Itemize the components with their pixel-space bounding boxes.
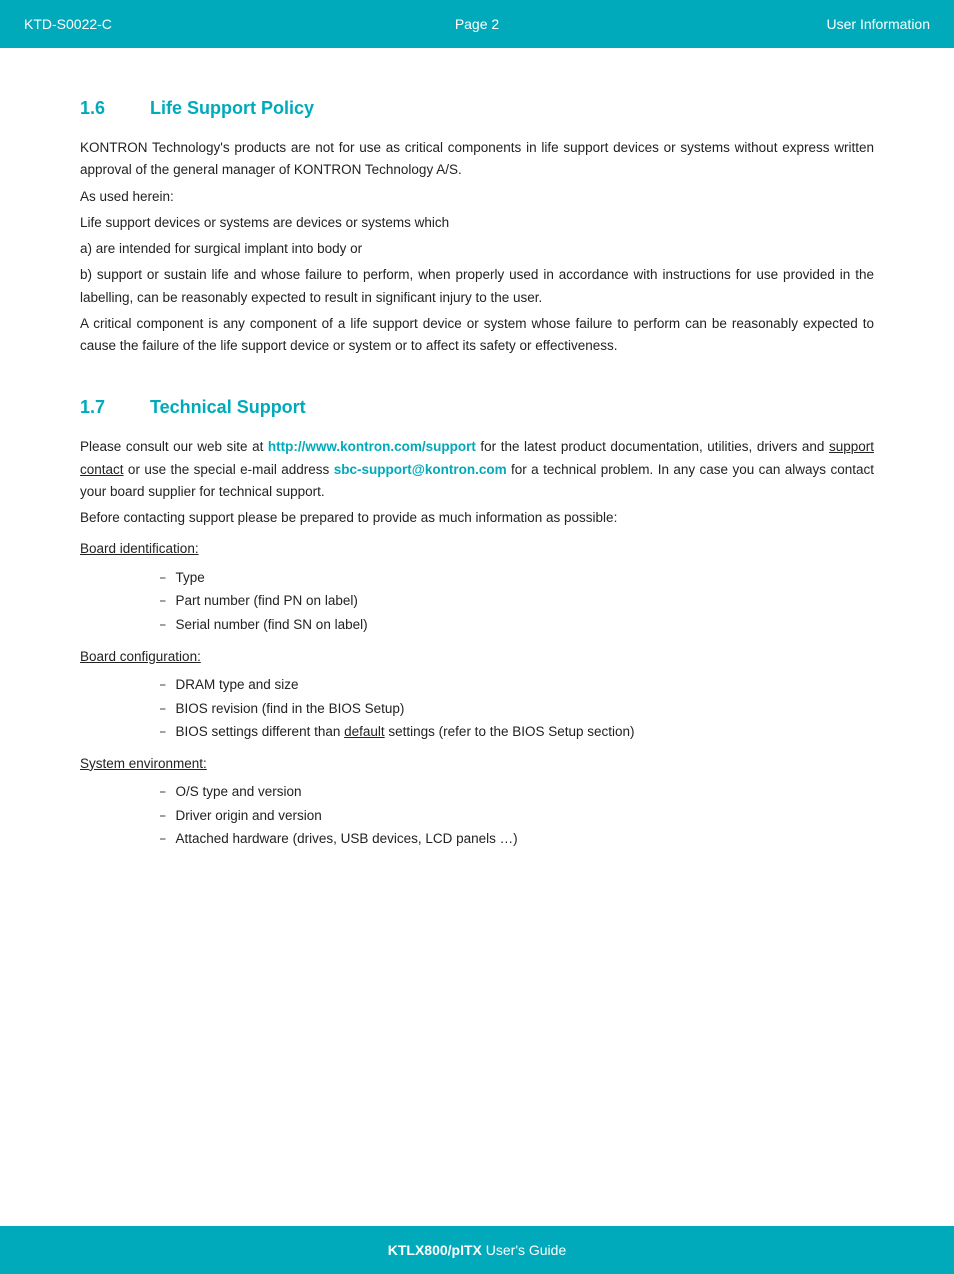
section-16-para-6: A critical component is any component of… xyxy=(80,313,874,358)
section-16-para-4: a) are intended for surgical implant int… xyxy=(80,238,874,260)
bullet-icon: ⎯ xyxy=(160,723,166,742)
section-17-before-contact: Before contacting support please be prep… xyxy=(80,507,874,529)
footer-text: KTLX800/pITX User's Guide xyxy=(388,1242,567,1258)
sys-env-list: ⎯ O/S type and version ⎯ Driver origin a… xyxy=(160,780,874,851)
section-16-para-5: b) support or sustain life and whose fai… xyxy=(80,264,874,309)
section-17-title: Technical Support xyxy=(150,397,306,418)
board-config-item-2: BIOS revision (find in the BIOS Setup) xyxy=(176,697,405,721)
main-content: 1.6 Life Support Policy KONTRON Technolo… xyxy=(0,48,954,1226)
sys-env-item-1: O/S type and version xyxy=(176,780,302,804)
list-item: ⎯ BIOS revision (find in the BIOS Setup) xyxy=(160,697,874,721)
section-16-para-1: KONTRON Technology's products are not fo… xyxy=(80,137,874,182)
section-16-title: Life Support Policy xyxy=(150,98,314,119)
board-id-list: ⎯ Type ⎯ Part number (find PN on label) … xyxy=(160,566,874,637)
bullet-icon: ⎯ xyxy=(160,592,166,611)
page-header: KTD-S0022-C Page 2 User Information xyxy=(0,0,954,48)
section-16-para-3: Life support devices or systems are devi… xyxy=(80,212,874,234)
sys-env-item-3: Attached hardware (drives, USB devices, … xyxy=(176,827,518,851)
header-page: Page 2 xyxy=(326,16,628,32)
section-16: 1.6 Life Support Policy KONTRON Technolo… xyxy=(80,98,874,357)
board-config-item-3: BIOS settings different than default set… xyxy=(176,720,635,744)
list-item: ⎯ BIOS settings different than default s… xyxy=(160,720,874,744)
footer-suffix: User's Guide xyxy=(482,1242,566,1258)
list-item: ⎯ Type xyxy=(160,566,874,590)
board-config-label: Board configuration: xyxy=(80,645,874,669)
sbc-support-email[interactable]: sbc-support@kontron.com xyxy=(334,462,507,477)
bullet-icon: ⎯ xyxy=(160,830,166,849)
list-item: ⎯ Attached hardware (drives, USB devices… xyxy=(160,827,874,851)
kontron-support-link[interactable]: http://www.kontron.com/support xyxy=(268,439,476,454)
bullet-icon: ⎯ xyxy=(160,700,166,719)
footer-product: KTLX800/pITX xyxy=(388,1242,482,1258)
section-17: 1.7 Technical Support Please consult our… xyxy=(80,397,874,851)
bullet-icon: ⎯ xyxy=(160,807,166,826)
section-17-number: 1.7 xyxy=(80,397,130,418)
section-16-number: 1.6 xyxy=(80,98,130,119)
board-id-item-1: Type xyxy=(176,566,205,590)
sys-env-label: System environment: xyxy=(80,752,874,776)
board-config-list: ⎯ DRAM type and size ⎯ BIOS revision (fi… xyxy=(160,673,874,744)
header-doc-id: KTD-S0022-C xyxy=(24,16,326,32)
section-16-heading: 1.6 Life Support Policy xyxy=(80,98,874,119)
list-item: ⎯ O/S type and version xyxy=(160,780,874,804)
list-item: ⎯ Driver origin and version xyxy=(160,804,874,828)
section-16-para-2: As used herein: xyxy=(80,186,874,208)
bullet-icon: ⎯ xyxy=(160,616,166,635)
section-17-heading: 1.7 Technical Support xyxy=(80,397,874,418)
board-id-item-3: Serial number (find SN on label) xyxy=(176,613,368,637)
board-id-item-2: Part number (find PN on label) xyxy=(176,589,358,613)
list-item: ⎯ DRAM type and size xyxy=(160,673,874,697)
sys-env-item-2: Driver origin and version xyxy=(176,804,322,828)
page-footer: KTLX800/pITX User's Guide xyxy=(0,1226,954,1274)
list-item: ⎯ Part number (find PN on label) xyxy=(160,589,874,613)
board-config-item-1: DRAM type and size xyxy=(176,673,299,697)
list-item: ⎯ Serial number (find SN on label) xyxy=(160,613,874,637)
bullet-icon: ⎯ xyxy=(160,676,166,695)
board-id-label: Board identification: xyxy=(80,537,874,561)
bullet-icon: ⎯ xyxy=(160,569,166,588)
header-section-title: User Information xyxy=(628,16,930,32)
section-17-intro-para: Please consult our web site at http://ww… xyxy=(80,436,874,503)
bullet-icon: ⎯ xyxy=(160,783,166,802)
